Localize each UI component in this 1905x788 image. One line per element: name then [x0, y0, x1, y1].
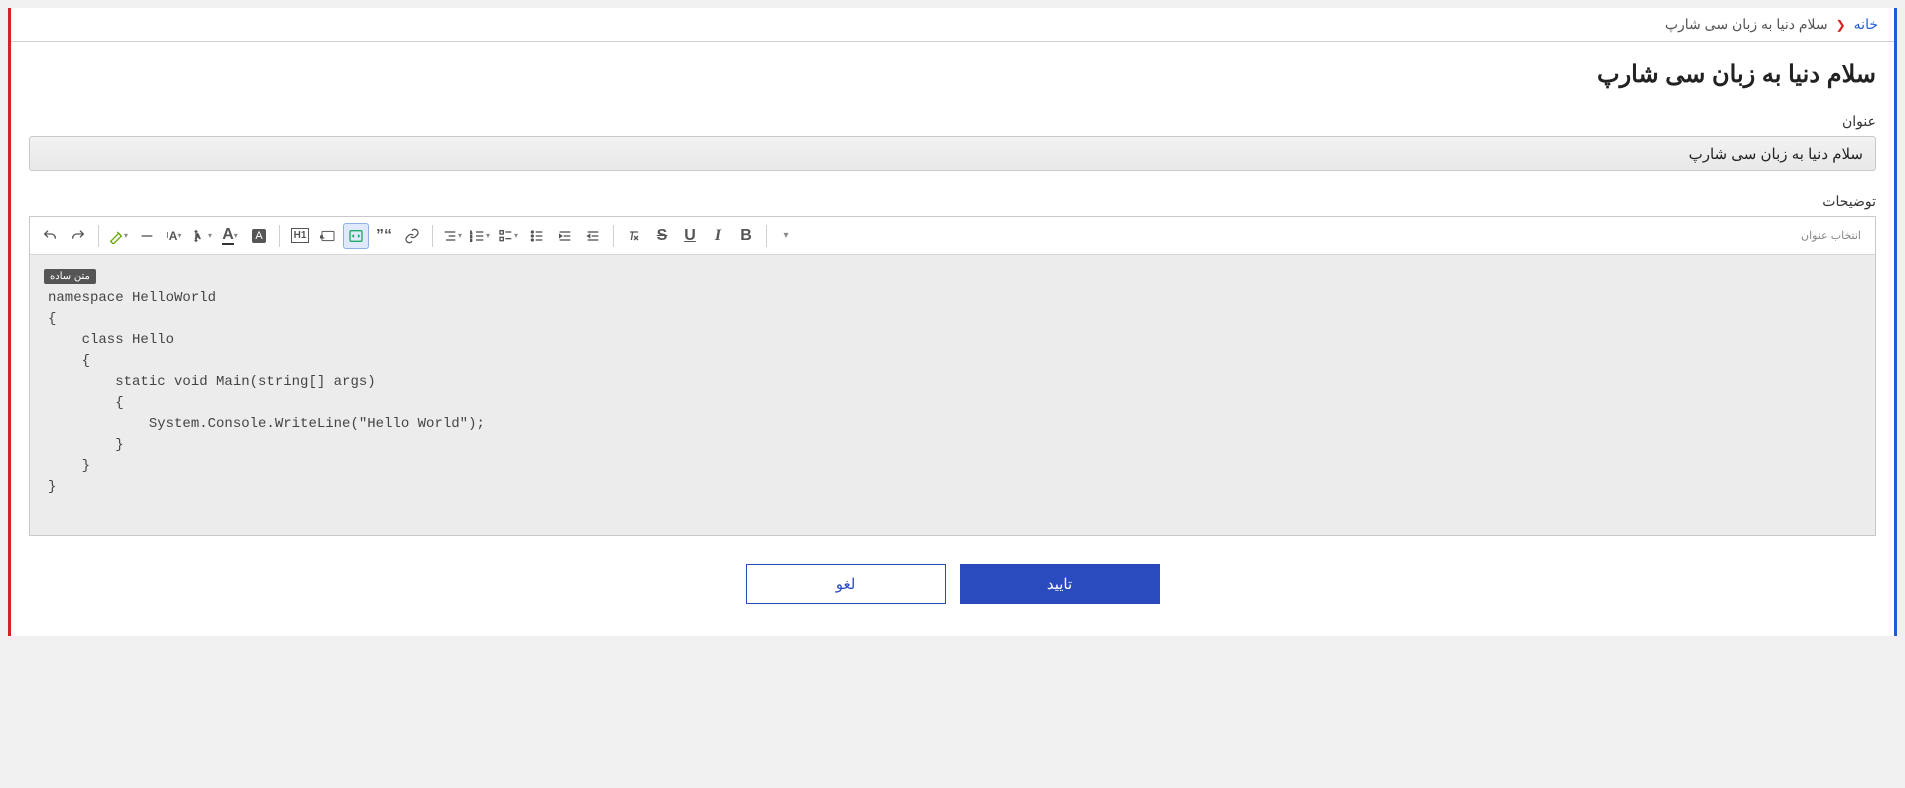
editor-toolbar: ▾ ▾AI ▾A ▾A A H1 HTML “” ▾ [30, 217, 1875, 255]
checklist-button[interactable]: ▾ [496, 223, 522, 249]
align-button[interactable]: ▾ [440, 223, 466, 249]
code-block-button[interactable] [343, 223, 369, 249]
undo-button[interactable] [37, 223, 63, 249]
breadcrumb-current: سلام دنیا به زبان سی شارپ [1665, 16, 1828, 33]
line-height-button[interactable]: ▾A [190, 223, 216, 249]
ordered-list-button[interactable]: ▾123 [468, 223, 494, 249]
page-container: خانه ❮ سلام دنیا به زبان سی شارپ سلام دن… [8, 8, 1897, 636]
submit-button[interactable]: تایید [960, 564, 1160, 604]
link-button[interactable] [399, 223, 425, 249]
svg-text:A: A [196, 233, 201, 240]
toolbar-separator [432, 225, 433, 247]
horizontal-rule-button[interactable] [134, 223, 160, 249]
svg-text:HTML: HTML [320, 234, 325, 239]
heading-h1-button[interactable]: H1 [287, 223, 313, 249]
redo-button[interactable] [65, 223, 91, 249]
editor-body[interactable]: متن ساده namespace HelloWorld { class He… [30, 255, 1875, 535]
html-button[interactable]: HTML [315, 223, 341, 249]
chevron-left-icon: ❮ [1836, 18, 1846, 32]
text-color-button[interactable]: ▾A [218, 223, 244, 249]
unordered-list-button[interactable] [524, 223, 550, 249]
clear-format-button[interactable] [621, 223, 647, 249]
description-label: توضیحات [29, 193, 1876, 210]
highlight-button[interactable]: ▾ [106, 223, 132, 249]
svg-text:3: 3 [470, 237, 473, 242]
title-input[interactable] [29, 136, 1876, 171]
form-actions: تایید لغو [29, 536, 1876, 612]
underline-button[interactable]: U [677, 223, 703, 249]
italic-button[interactable]: I [705, 223, 731, 249]
strikethrough-button[interactable]: S [649, 223, 675, 249]
breadcrumb: خانه ❮ سلام دنیا به زبان سی شارپ [11, 8, 1894, 42]
breadcrumb-home-link[interactable]: خانه [1854, 16, 1878, 33]
bold-button[interactable]: B [733, 223, 759, 249]
body-mode-label: متن ساده [44, 269, 96, 284]
indent-button[interactable] [552, 223, 578, 249]
blockquote-button[interactable]: “” [371, 223, 397, 249]
toolbar-separator [613, 225, 614, 247]
rich-text-editor: ▾ ▾AI ▾A ▾A A H1 HTML “” ▾ [29, 216, 1876, 536]
more-options-button[interactable]: ▾ [774, 223, 800, 249]
background-color-button[interactable]: A [246, 223, 272, 249]
title-label: عنوان [29, 113, 1876, 130]
toolbar-separator [279, 225, 280, 247]
toolbar-separator [766, 225, 767, 247]
cancel-button[interactable]: لغو [746, 564, 946, 604]
content-area: سلام دنیا به زبان سی شارپ عنوان توضیحات … [11, 42, 1894, 636]
page-title: سلام دنیا به زبان سی شارپ [29, 60, 1876, 89]
outdent-button[interactable] [580, 223, 606, 249]
toolbar-separator [98, 225, 99, 247]
font-size-button[interactable]: ▾AI [162, 223, 188, 249]
code-content[interactable]: namespace HelloWorld { class Hello { sta… [44, 284, 1861, 502]
heading-select[interactable]: انتخاب عنوان [1793, 229, 1869, 242]
